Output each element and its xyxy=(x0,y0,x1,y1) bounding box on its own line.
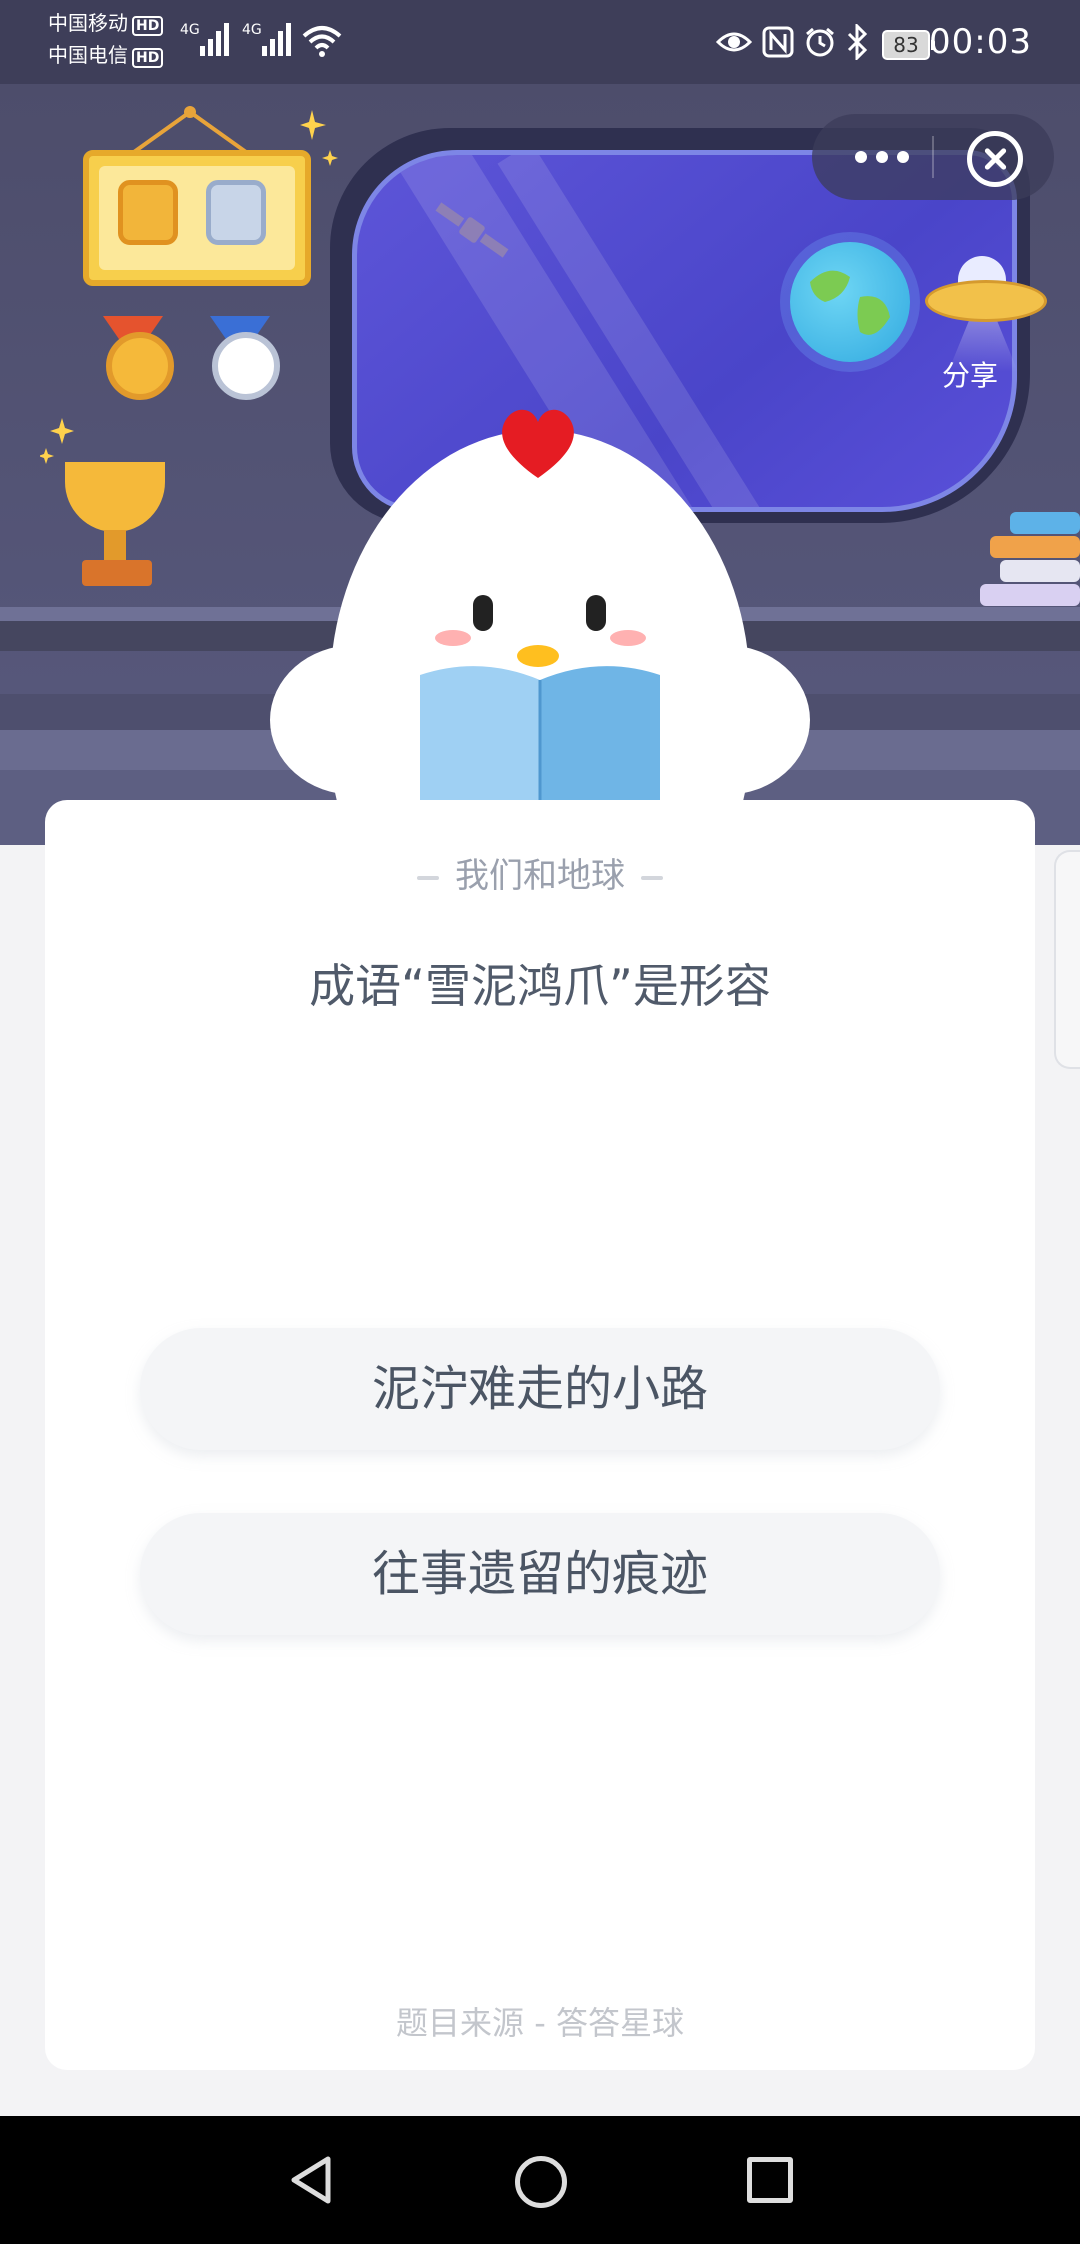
satellite-icon xyxy=(435,202,509,258)
carrier-2-label: 中国电信 xyxy=(48,43,128,67)
mini-program-capsule xyxy=(812,114,1054,200)
status-bar: 中国移动 HD 中国电信 HD 4G 4G 83 00:03 xyxy=(0,0,1080,84)
more-dot-icon xyxy=(876,151,888,163)
trophy-base xyxy=(82,560,152,586)
signal-bars-2-icon xyxy=(262,22,294,56)
carrier-2: 中国电信 HD xyxy=(48,43,164,68)
more-dot-icon xyxy=(855,151,867,163)
network-type-2: 4G xyxy=(242,22,262,38)
recent-apps-icon[interactable] xyxy=(747,2157,793,2203)
eye-comfort-icon xyxy=(716,32,752,52)
gold-badge-icon xyxy=(118,180,178,245)
gold-medal-icon xyxy=(106,332,174,400)
answer-option-2[interactable]: 往事遗留的痕迹 xyxy=(140,1513,940,1635)
battery-level: 83 xyxy=(893,33,919,57)
silver-medal-icon xyxy=(212,332,280,400)
sparkle-icon xyxy=(300,110,338,166)
category-dash-right xyxy=(641,875,663,880)
wifi-icon xyxy=(302,26,342,57)
home-icon[interactable] xyxy=(515,2156,567,2208)
more-menu-button[interactable] xyxy=(842,138,922,176)
carrier-1: 中国移动 HD xyxy=(48,11,164,36)
back-icon[interactable] xyxy=(288,2155,338,2205)
hd-badge-2: HD xyxy=(132,48,164,68)
capsule-divider xyxy=(932,136,934,178)
category-label: 我们和地球 xyxy=(455,856,625,896)
carrier-1-label: 中国移动 xyxy=(48,11,128,35)
answer-option-1[interactable]: 泥泞难走的小路 xyxy=(140,1328,940,1450)
chick-cheek-left xyxy=(435,630,471,646)
bluetooth-icon xyxy=(847,24,868,60)
signal-bars-1-icon xyxy=(200,22,232,56)
question-source: 题目来源 - 答答星球 xyxy=(396,2004,684,2042)
hd-badge-1: HD xyxy=(132,16,164,36)
category-dash-left xyxy=(417,875,439,880)
alarm-icon xyxy=(806,27,834,57)
trophy-stem xyxy=(104,530,126,560)
mascot-chick xyxy=(270,409,810,950)
battery-icon: 83 xyxy=(882,30,935,60)
chick-comb-icon xyxy=(502,409,574,478)
chick-eye-right xyxy=(586,595,606,631)
nfc-icon xyxy=(762,26,794,58)
quiz-question: 成语“雪泥鸿爪”是形容 xyxy=(309,959,771,1013)
more-dot-icon xyxy=(897,151,909,163)
chick-cheek-right xyxy=(610,630,646,646)
books-stack xyxy=(980,512,1080,608)
close-icon[interactable] xyxy=(967,131,1023,187)
earth-icon xyxy=(790,242,910,362)
quiz-category: 我们和地球 xyxy=(0,848,1080,897)
clock: 00:03 xyxy=(929,22,1032,62)
sparkle-small-icon xyxy=(40,418,74,464)
chick-eye-left xyxy=(473,595,493,631)
ufo-share-icon[interactable] xyxy=(925,280,1047,322)
silver-badge-icon xyxy=(206,180,266,245)
network-type-1: 4G xyxy=(180,22,200,38)
share-button[interactable]: 分享 xyxy=(930,354,1010,394)
side-pull-tab[interactable] xyxy=(1054,850,1080,1069)
